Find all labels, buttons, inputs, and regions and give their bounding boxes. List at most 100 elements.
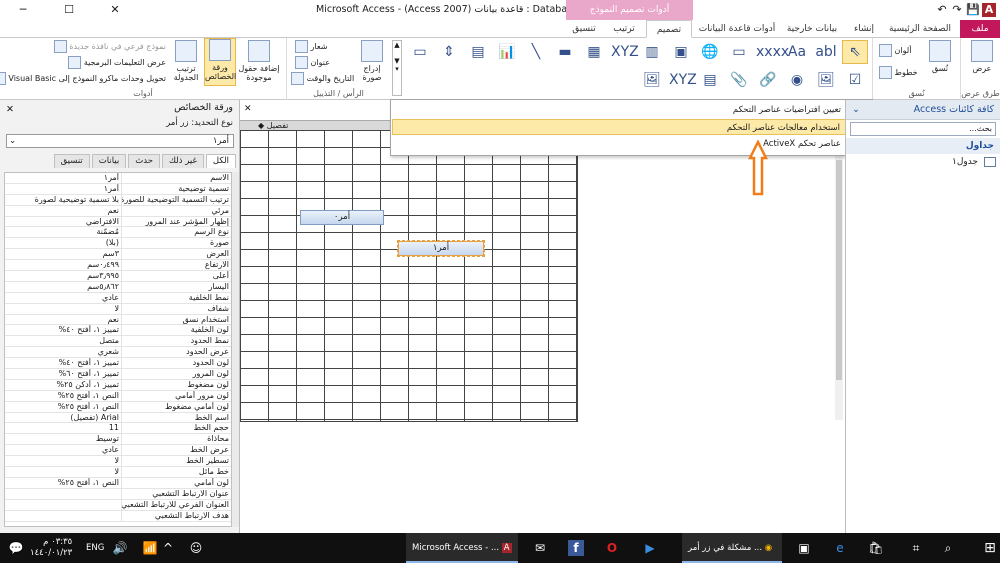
property-row[interactable]: صورة (بلا) <box>5 238 231 250</box>
colors-button[interactable]: ألوان <box>879 44 911 57</box>
bound-object-icon[interactable]: XYZ <box>668 68 697 92</box>
tab-file[interactable]: ملف <box>960 20 1000 38</box>
media-icon[interactable]: ▶ <box>642 540 658 556</box>
redo-icon[interactable]: ↷ <box>950 3 964 17</box>
line-icon[interactable]: ╲ <box>523 40 549 64</box>
chevron-down-icon[interactable]: ⌄ <box>852 100 860 120</box>
tab-order-button[interactable]: ترتيب الجدولة <box>170 40 202 82</box>
task-view-icon[interactable]: ⌗ <box>908 540 924 556</box>
property-row[interactable]: لون مضغوط تمييز ١، أدكن ٢٥% <box>5 379 231 391</box>
property-row[interactable]: حجم الخط 11 <box>5 423 231 435</box>
selection-combo[interactable]: أمر١ ⌄ <box>6 134 234 148</box>
search-icon[interactable]: ⌕ <box>940 540 956 556</box>
property-row[interactable]: الاسم أمر١ <box>5 173 231 184</box>
image-icon[interactable]: 🖼 <box>639 68 665 92</box>
property-value[interactable]: Arial (تفصيل) <box>19 413 119 423</box>
property-value[interactable]: شعري <box>19 347 119 357</box>
property-tab[interactable]: بيانات <box>91 154 127 168</box>
tab-create[interactable]: إنشاء <box>846 20 882 38</box>
chart-icon[interactable]: 📊 <box>494 40 520 64</box>
convert-macros-button[interactable]: تحويل وحدات ماكرو النموذج إلى Visual Bas… <box>0 72 166 85</box>
property-value[interactable]: متصل <box>19 336 119 346</box>
menu-item-use-control-wizards[interactable]: ✨ استخدام معالجات عناصر التحكم <box>392 119 871 135</box>
close-icon[interactable]: ✕ <box>244 104 252 114</box>
property-row[interactable]: اسم الخط Arial (تفصيل) <box>5 412 231 424</box>
property-value[interactable]: ٣٫٩٩٥سم <box>19 271 119 281</box>
edge-icon[interactable]: e <box>832 540 848 556</box>
property-value[interactable]: نعم <box>19 315 119 325</box>
property-row[interactable]: هدف الارتباط التشعبي <box>5 510 231 522</box>
property-row[interactable]: لون أمامي النص ١، أفتح ٢٥% <box>5 477 231 489</box>
property-row[interactable]: شفاف لا <box>5 303 231 315</box>
tab-arrange[interactable]: ترتيب <box>604 20 644 38</box>
property-row[interactable]: استخدام نسق نعم <box>5 314 231 326</box>
nav-item-table1[interactable]: جدول١ <box>846 154 1000 170</box>
tab-external-data[interactable]: بيانات خارجية <box>780 20 844 38</box>
property-value[interactable]: ٣سم <box>19 249 119 259</box>
view-code-button[interactable]: عرض التعليمات البرمجية <box>68 56 166 69</box>
property-value[interactable]: تمييز ١، أفتح ٤٠% <box>19 358 119 368</box>
property-row[interactable]: لون المرور تمييز ١، أفتح ٦٠% <box>5 369 231 380</box>
list-box-icon[interactable]: ▤ <box>465 40 491 64</box>
hyperlink-icon[interactable]: 🌐 <box>697 40 723 64</box>
property-value[interactable]: بلا تسمية توضيحية لصورة <box>19 195 119 205</box>
command-button-1[interactable]: أمر١ <box>397 240 485 257</box>
toggle-icon[interactable]: ⇕ <box>436 40 462 64</box>
property-value[interactable]: تمييز ١، أفتح ٦٠% <box>19 369 119 379</box>
title-button[interactable]: عنوان <box>295 56 330 69</box>
menu-item-activex-controls[interactable]: ⛭ عناصر تحكم ActiveX <box>392 136 871 152</box>
property-row[interactable]: تسمية توضيحية أمر١ <box>5 183 231 195</box>
facebook-icon[interactable]: f <box>568 540 584 556</box>
image-control-icon[interactable]: 🖼 <box>813 68 839 92</box>
tab-format[interactable]: تنسيق <box>566 20 602 38</box>
insert-image-button[interactable]: إدراج صورة <box>357 40 387 82</box>
property-value[interactable]: تمييز ١، أفتح ٤٠% <box>19 325 119 335</box>
themes-button[interactable]: نُسق <box>923 40 957 73</box>
nav-pane-header[interactable]: كافة كائنات Access ⌄ <box>846 100 1000 120</box>
design-grid[interactable] <box>240 130 578 422</box>
property-value[interactable]: أمر١ <box>19 184 119 194</box>
attachment-icon[interactable]: 📎 <box>726 68 752 92</box>
logo-button[interactable]: شعار <box>295 40 327 53</box>
windows-start-icon[interactable]: ⊞ <box>982 540 998 556</box>
taskbar-chrome-window[interactable]: مشكلة في زر أمر ... ◉ <box>682 533 782 563</box>
checkbox-icon[interactable]: ☑ <box>842 68 868 92</box>
network-icon[interactable]: 📶 <box>142 540 158 556</box>
option-button-icon[interactable]: ◉ <box>784 68 810 92</box>
unbound-object-icon[interactable]: 🔗 <box>755 68 781 92</box>
property-value[interactable]: ٠٫٤٩٩سم <box>19 260 119 270</box>
property-row[interactable]: لون مرور أمامي النص ١، أفتح ٢٥% <box>5 390 231 402</box>
vertical-scrollbar[interactable] <box>835 120 843 420</box>
property-value[interactable]: أمر١ <box>19 173 119 183</box>
property-value[interactable]: نعم <box>19 206 119 216</box>
property-row[interactable]: العرض ٣سم <box>5 249 231 261</box>
scroll-thumb[interactable] <box>836 160 842 380</box>
save-icon[interactable]: 💾 <box>966 3 980 17</box>
property-value[interactable]: ٥٫٨٦٢سم <box>19 282 119 292</box>
property-row[interactable]: نمط الخلفية عادي <box>5 292 231 304</box>
property-tab[interactable]: حدث <box>128 154 160 168</box>
clock[interactable]: ٠٣:٣٥ م ١٤٤٠/٠١/٢٣ <box>30 533 72 563</box>
close-icon[interactable]: ✕ <box>6 102 14 118</box>
property-value[interactable]: لا <box>19 456 119 466</box>
tab-database-tools[interactable]: أدوات قاعدة البيانات <box>696 20 778 38</box>
fonts-button[interactable]: خطوط <box>879 66 918 79</box>
volume-icon[interactable]: 🔊 <box>112 540 128 556</box>
view-button[interactable]: عرض <box>967 40 997 73</box>
store-icon[interactable]: 🛍 <box>868 540 884 556</box>
property-scrollbar[interactable] <box>232 172 239 527</box>
language-indicator[interactable]: ENG <box>86 533 104 563</box>
property-value[interactable]: النص ١، أفتح ٢٥% <box>19 391 119 401</box>
navigation-icon[interactable]: ▥ <box>639 40 665 64</box>
property-value[interactable]: عادي <box>19 293 119 303</box>
property-tab[interactable]: تنسيق <box>53 154 90 168</box>
page-break-icon[interactable]: ▦ <box>581 40 607 64</box>
property-value[interactable]: لا <box>19 304 119 314</box>
subform-icon[interactable]: ▤ <box>697 68 723 92</box>
nav-section-tables[interactable]: جداول <box>846 138 1000 154</box>
property-tab[interactable]: الكل <box>205 154 236 168</box>
web-browser-icon[interactable]: ▣ <box>668 40 694 64</box>
select-pointer-icon[interactable]: ⇖ <box>842 40 868 64</box>
property-tab[interactable]: غير ذلك <box>161 154 204 168</box>
property-value[interactable]: توسيط <box>19 434 119 444</box>
